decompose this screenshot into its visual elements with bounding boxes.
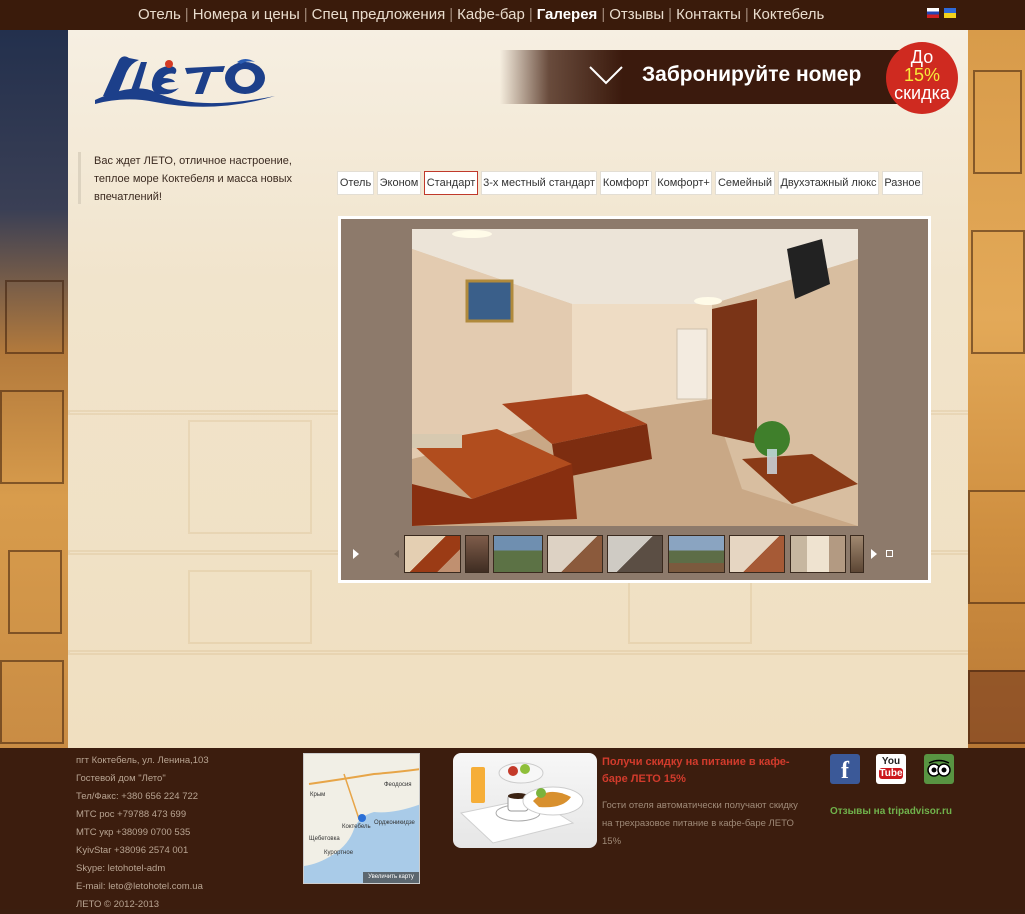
nav-item-rooms-prices[interactable]: Номера и цены (193, 6, 300, 23)
thumbs-next-icon[interactable] (871, 549, 877, 559)
enlarge-map-button[interactable]: Увеличить карту (363, 872, 419, 883)
photo-gallery (338, 216, 931, 583)
phone-mts-ru: МТС рос +79788 473 699 (76, 809, 187, 820)
map-label: Феодосия (384, 782, 412, 788)
map-label: Коктебель (342, 824, 371, 830)
gallery-thumbnail[interactable] (607, 535, 663, 573)
fullscreen-icon[interactable] (886, 550, 893, 557)
map-label: Курортное (324, 850, 354, 856)
promo-title[interactable]: Получи скидку на питание в кафе-баре ЛЕТ… (602, 754, 797, 788)
background-left-building (0, 30, 68, 748)
nav-item-special-offers[interactable]: Спец предложения (312, 6, 446, 23)
tab-comfort-plus[interactable]: Комфорт+ (655, 171, 712, 195)
intro-text: Вас ждет ЛЕТО, отличное настроение, тепл… (78, 152, 304, 204)
nav-item-gallery[interactable]: Галерея (537, 6, 598, 23)
map-label: Щебетовка (309, 836, 340, 842)
tab-comfort[interactable]: Комфорт (600, 171, 652, 195)
copyright: ЛЕТО © 2012-2013 (76, 899, 160, 910)
nav-item-cafe-bar[interactable]: Кафе-бар (457, 6, 525, 23)
gallery-thumbnail[interactable] (729, 535, 785, 573)
nav-item-hotel[interactable]: Отель (138, 6, 181, 23)
thumbs-prev-icon[interactable] (394, 550, 399, 558)
breakfast-promo-image[interactable] (453, 753, 597, 848)
gallery-thumbnail[interactable] (404, 535, 461, 573)
email-contact[interactable]: E-mail: leto@letohotel.com.ua (76, 878, 209, 896)
gallery-thumbnail[interactable] (547, 535, 603, 573)
gallery-thumbnail[interactable] (465, 535, 489, 573)
nav-item-koktebel[interactable]: Коктебель (753, 6, 825, 23)
address-line: пгт Коктебель, ул. Ленина,103 (76, 755, 209, 766)
nav-item-reviews[interactable]: Отзывы (609, 6, 664, 23)
chevron-down-icon (589, 66, 623, 85)
booking-banner[interactable]: Забронируйте номер (500, 50, 908, 104)
contact-info: пгт Коктебель, ул. Ленина,103 Гостевой д… (76, 752, 209, 914)
tab-econom[interactable]: Эконом (377, 171, 421, 195)
russian-flag-icon[interactable] (927, 8, 939, 18)
tripadvisor-reviews-link[interactable]: Отзывы на tripadvisor.ru (830, 806, 952, 817)
tab-hotel[interactable]: Отель (337, 171, 374, 195)
gallery-viewer (341, 219, 928, 580)
map-label: Орджоникидзе (374, 820, 416, 826)
gallery-thumbnail[interactable] (493, 535, 543, 573)
youtube-tube-text: Tube (879, 768, 903, 779)
tab-family[interactable]: Семейный (715, 171, 775, 195)
phone-fax: Тел/Факс: +380 656 224 722 (76, 791, 199, 802)
facebook-icon[interactable]: f (830, 754, 860, 784)
gallery-thumbnail[interactable] (668, 535, 725, 573)
nav-item-contacts[interactable]: Контакты (676, 6, 741, 23)
booking-label: Забронируйте номер (642, 63, 862, 86)
youtube-you-text: You (881, 756, 901, 767)
phone-kyivstar: KyivStar +38096 2574 001 (76, 845, 189, 856)
phone-mts-ua: МТС укр +38099 0700 535 (76, 827, 191, 838)
map-label: Крым (310, 792, 325, 798)
gallery-thumbnail[interactable] (790, 535, 846, 573)
location-map[interactable]: Крым Феодосия Орджоникидзе Коктебель Щеб… (303, 753, 420, 884)
tab-misc[interactable]: Разное (882, 171, 923, 195)
main-nav: Отель | Номера и цены | Спец предложения | Каф… (138, 6, 825, 23)
main-photo[interactable] (412, 229, 858, 526)
ukrainian-flag-icon[interactable] (944, 8, 956, 18)
play-icon[interactable] (353, 549, 359, 559)
discount-line3: скидка (894, 83, 950, 103)
discount-percent: 15% (903, 65, 941, 85)
gallery-thumbnail[interactable] (850, 535, 864, 573)
discount-line1: До (910, 47, 934, 67)
youtube-icon[interactable]: You Tube (876, 754, 906, 784)
tripadvisor-icon[interactable] (924, 754, 954, 784)
tab-duplex-suite[interactable]: Двухэтажный люкс (778, 171, 879, 195)
address-line: Гостевой дом "Лето" (76, 773, 166, 784)
tab-triple-standard[interactable]: 3-х местный стандарт (481, 171, 597, 195)
discount-badge: До 15% скидка (886, 42, 958, 114)
promo-description: Гости отеля автоматически получают скидк… (602, 800, 798, 847)
background-right-building (968, 30, 1025, 748)
leto-logo[interactable] (95, 52, 275, 112)
skype-contact: Skype: letohotel-adm (76, 863, 166, 874)
tab-standard[interactable]: Стандарт (424, 171, 478, 195)
